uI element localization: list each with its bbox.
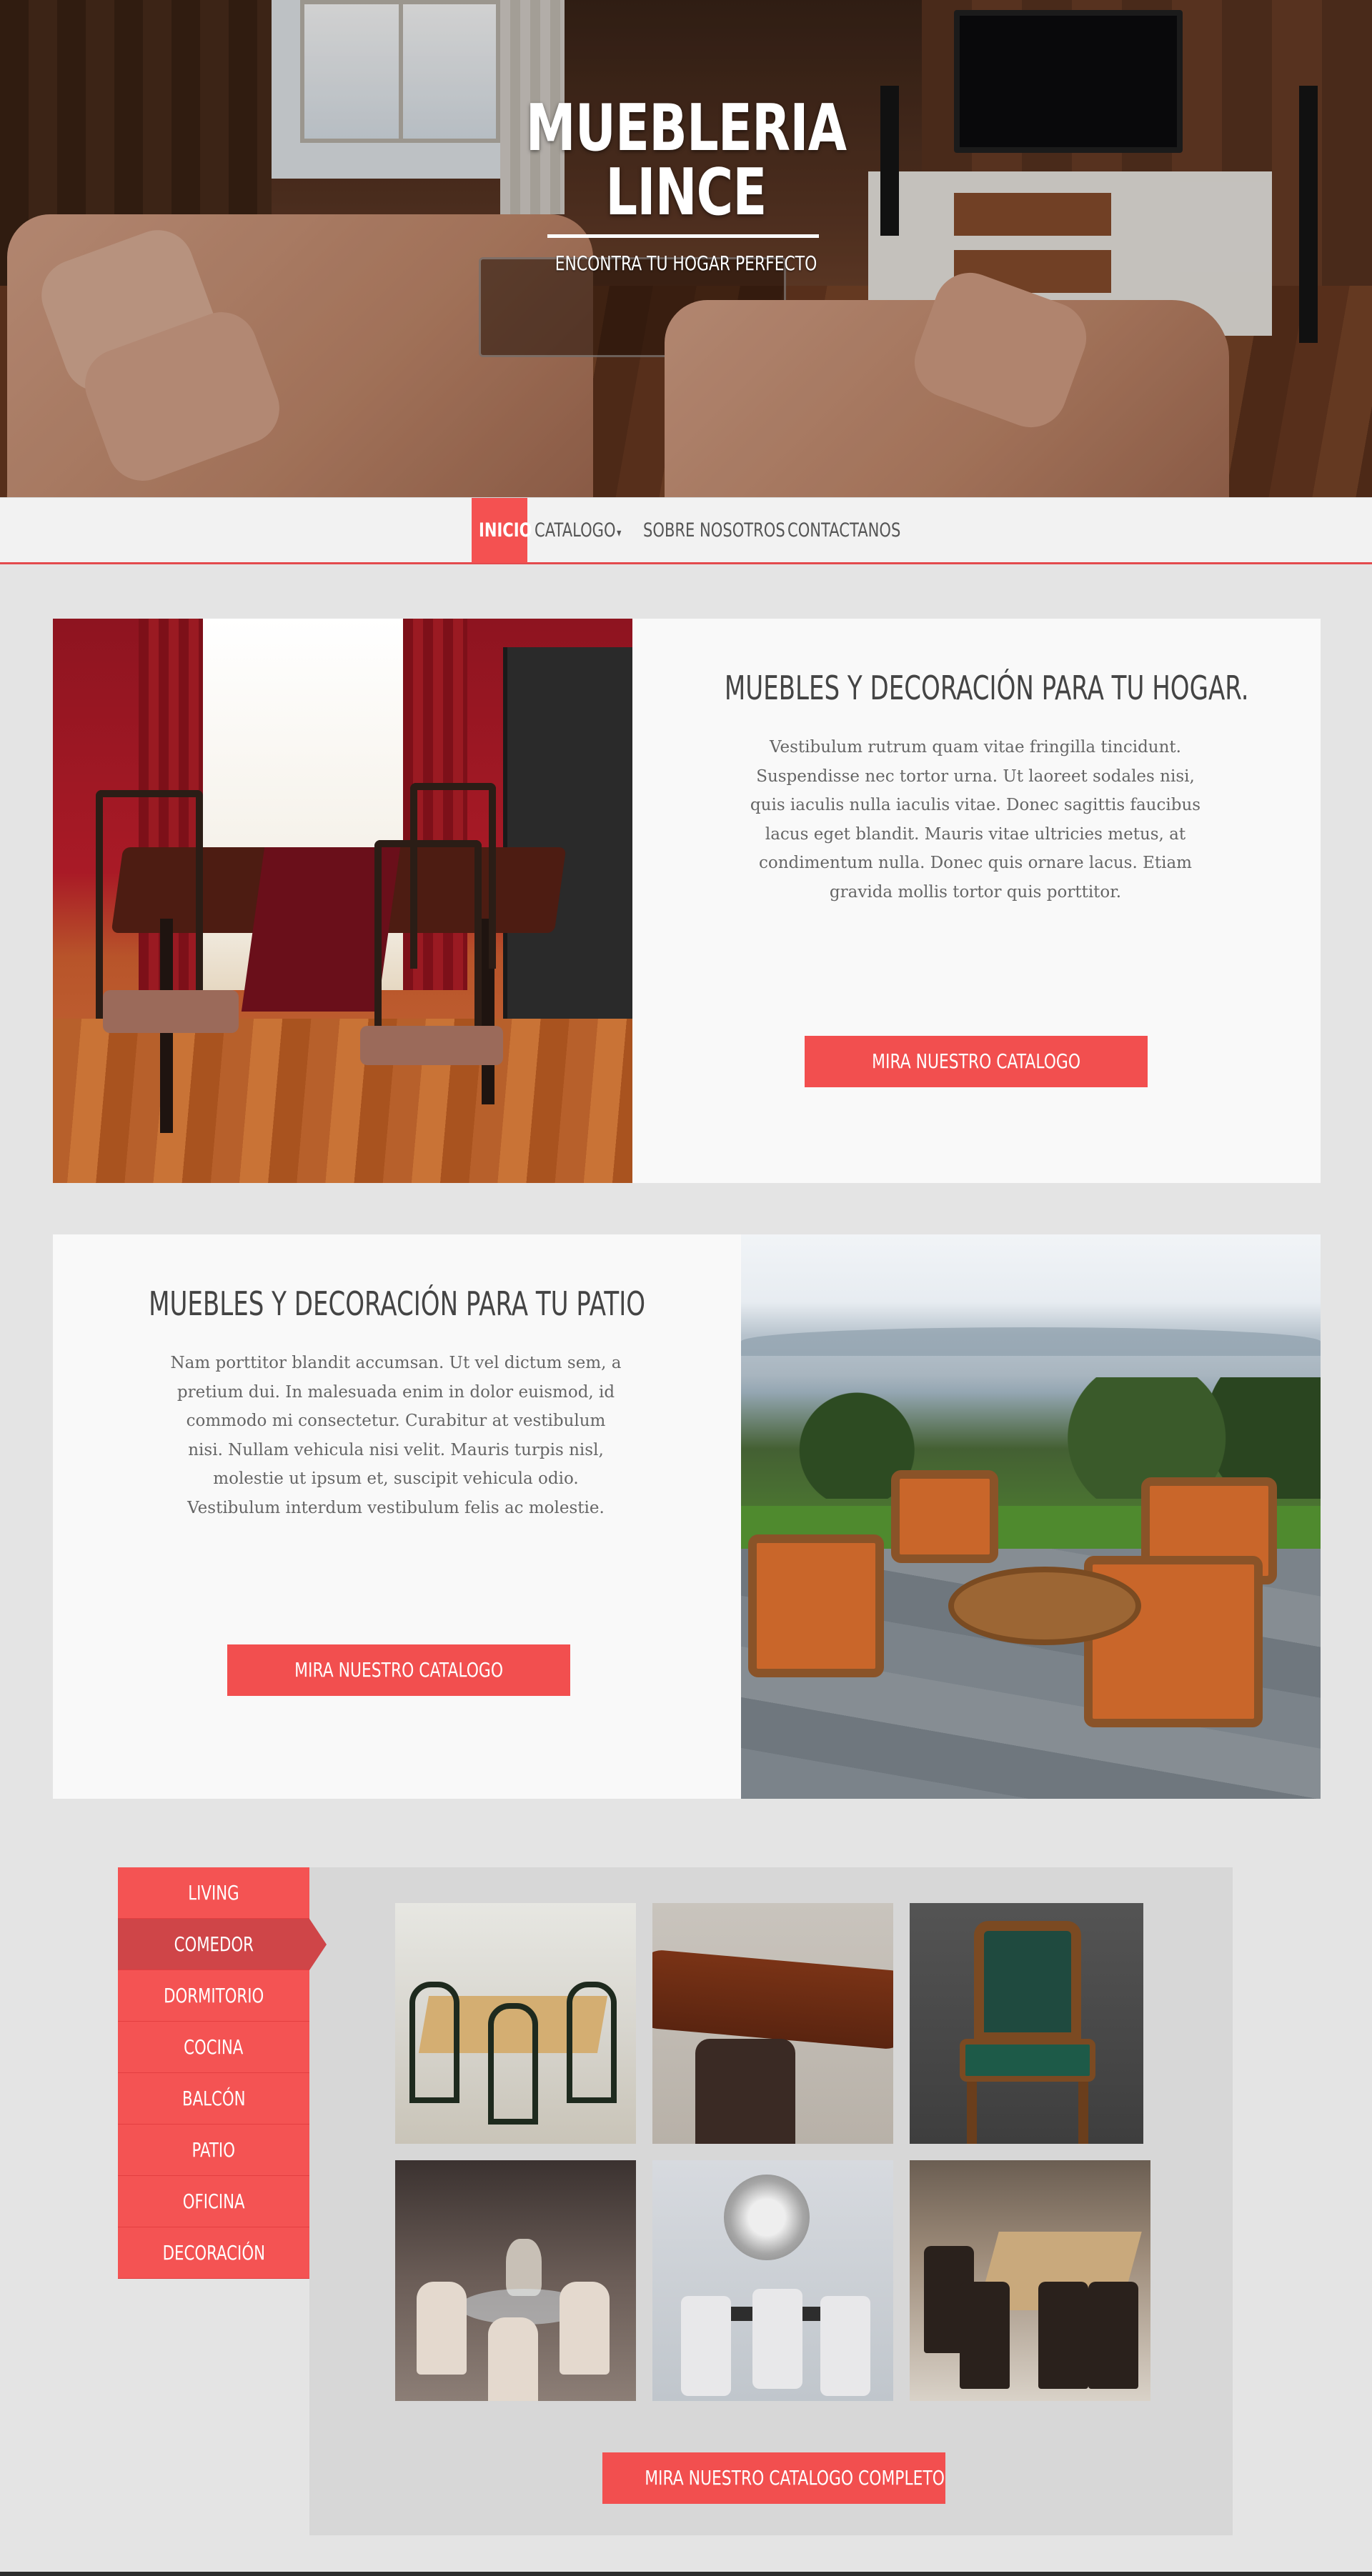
patio-photo: [741, 1234, 1321, 1799]
feature-hogar-text: Vestibulum rutrum quam vitae fringilla t…: [750, 738, 1201, 902]
site-title-line1: MUEBLERIA: [525, 91, 847, 166]
category-oficina[interactable]: OFICINA: [118, 2176, 309, 2227]
nav-item-catalogo[interactable]: CATALOGO▾: [527, 498, 636, 563]
site-title-line2: LINCE: [605, 155, 767, 230]
category-balcon[interactable]: BALCÓN: [118, 2073, 309, 2125]
catalog-button[interactable]: MIRA NUESTRO CATALOGO: [227, 1644, 570, 1696]
product-thumbnail-dining-set[interactable]: [395, 1903, 636, 2144]
hero-banner: MUEBLERIA LINCE ENCONTRA TU HOGAR PERFEC…: [0, 0, 1372, 497]
main-nav: INICIO CATALOGO▾ SOBRE NOSOTROS CONTACTA…: [0, 497, 1372, 564]
product-thumbnail-marble-table[interactable]: [910, 2160, 1150, 2401]
feature-hogar: MUEBLES Y DECORACIÓN PARA TU HOGAR. Vest…: [53, 619, 1321, 1183]
category-living[interactable]: LIVING: [118, 1867, 309, 1919]
site-title: MUEBLERIA LINCE: [151, 96, 1221, 225]
footer-divider: [0, 2572, 1372, 2576]
nav-item-sobre-nosotros[interactable]: SOBRE NOSOTROS: [636, 498, 785, 563]
chevron-down-icon: ▾: [617, 526, 622, 539]
nav-item-inicio[interactable]: INICIO: [472, 498, 532, 563]
full-catalog-button[interactable]: MIRA NUESTRO CATALOGO COMPLETO: [602, 2452, 945, 2504]
title-divider: [547, 234, 819, 238]
dining-room-photo: [53, 619, 632, 1183]
product-thumbnail-glass-table[interactable]: [395, 2160, 636, 2401]
catalog-category-menu: LIVING COMEDOR DORMITORIO COCINA BALCÓN …: [118, 1867, 327, 2279]
site-tagline: ENCONTRA TU HOGAR PERFECTO: [555, 251, 817, 275]
catalog-button[interactable]: MIRA NUESTRO CATALOGO: [805, 1036, 1148, 1087]
feature-patio-title: MUEBLES Y DECORACIÓN PARA TU PATIO: [149, 1284, 645, 1323]
category-cocina[interactable]: COCINA: [118, 2022, 309, 2073]
category-decoracion[interactable]: DECORACIÓN: [118, 2227, 309, 2279]
feature-hogar-title: MUEBLES Y DECORACIÓN PARA TU HOGAR.: [724, 669, 1249, 707]
nav-item-contactanos[interactable]: CONTACTANOS: [780, 498, 902, 563]
product-thumbnail-table-detail[interactable]: [652, 1903, 893, 2144]
nav-menu: INICIO CATALOGO▾ SOBRE NOSOTROS CONTACTA…: [472, 498, 902, 563]
product-thumbnail-antique-chair[interactable]: [910, 1903, 1143, 2144]
feature-patio: MUEBLES Y DECORACIÓN PARA TU PATIO Nam p…: [53, 1234, 1321, 1799]
feature-patio-text: Nam porttitor blandit accumsan. Ut vel d…: [170, 1354, 622, 1517]
category-dormitorio[interactable]: DORMITORIO: [118, 1970, 309, 2022]
category-comedor[interactable]: COMEDOR: [118, 1919, 327, 1970]
category-patio[interactable]: PATIO: [118, 2125, 309, 2176]
product-thumbnail-white-chairs[interactable]: [652, 2160, 893, 2401]
